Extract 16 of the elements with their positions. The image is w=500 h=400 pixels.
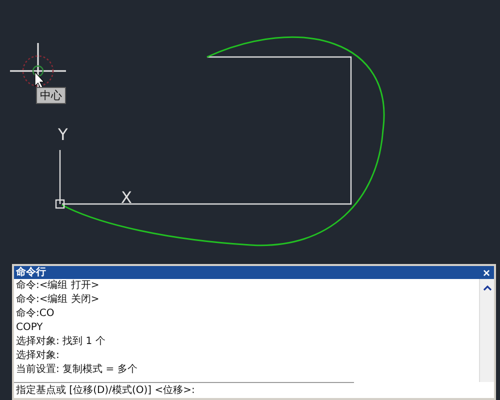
history-line: COPY [16, 321, 44, 335]
history-line: 选择对象: 找到 1 个 [16, 335, 106, 349]
x-axis-label: X [121, 188, 132, 207]
window-title: 命令行 [16, 266, 46, 278]
tooltip: 中心 [36, 87, 66, 104]
scrollbar[interactable] [479, 279, 494, 382]
command-input[interactable]: 指定基点或 [位移(D)/模式(O)] <位移>: [14, 382, 354, 398]
history-line: 命令:<编组 打开> [16, 279, 100, 293]
scroll-up-icon[interactable] [482, 285, 492, 291]
close-button[interactable]: × [480, 266, 492, 278]
history-line: 当前设置: 复制模式 = 多个 [16, 363, 138, 377]
y-axis-label: Y [58, 125, 68, 144]
ucs-axis-icon [55, 150, 65, 209]
history-line: 命令:<编组 关闭> [16, 293, 100, 307]
history-line: 选择对象: [16, 349, 60, 363]
history-line: 命令:CO [16, 307, 56, 321]
